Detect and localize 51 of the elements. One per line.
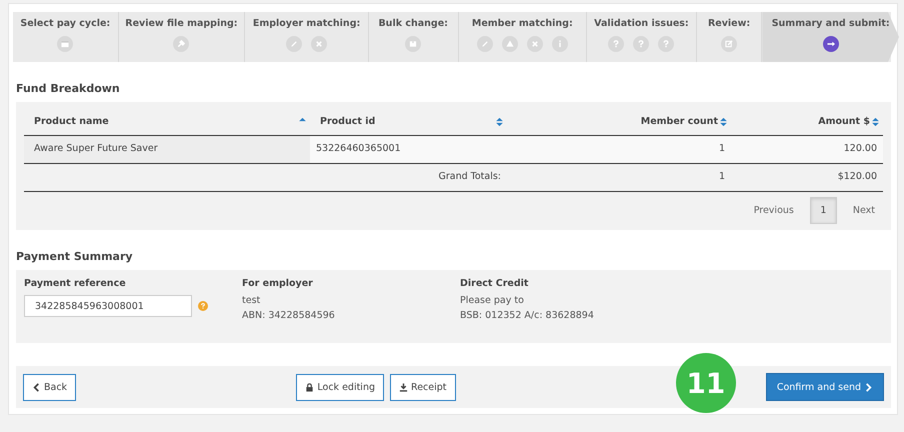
detail-text: test [242,295,262,306]
confirm-and-send-button[interactable]: Confirm and send [766,373,884,401]
wizard-step[interactable]: Validation issues: [587,12,697,62]
section-heading: Payment Summary [16,250,134,263]
totals-label: Grand Totals: [310,164,507,192]
next-link[interactable]: Next [844,205,883,216]
payment-reference-field[interactable]: 342285845963008001 [24,295,192,317]
section-heading: Fund Breakdown [16,82,121,95]
chevron-left-icon [32,382,41,392]
field-label: For employer [242,278,314,289]
table-cell: 120.00 [731,136,883,164]
table-cell: 1 [507,136,731,164]
question-icon [658,36,674,52]
lock-icon [305,382,314,392]
table-cell: Aware Super Future Saver [24,136,310,164]
question-icon [608,36,624,52]
field-label: Payment reference [24,278,127,289]
detail-text: ABN: 34228584596 [242,310,336,321]
download-icon [399,382,408,392]
chevron-right-icon [864,382,874,392]
previous-link[interactable]: Previous [746,205,802,216]
wizard-step[interactable]: Summary and submit: [762,12,899,62]
page-button[interactable]: 1 [810,197,837,224]
question-icon [633,36,650,52]
box-icon [405,36,422,52]
back-button[interactable]: Back [23,374,76,400]
table-cell: 53226460365001 [310,136,507,164]
plug-icon [173,36,190,52]
receipt-button[interactable]: Receipt [390,374,456,400]
lock-editing-button[interactable]: Lock editing [296,374,384,400]
wizard-step[interactable]: Review: [696,12,762,62]
table-cell: 1 [507,164,731,192]
wizard-step[interactable]: Member matching: [458,12,588,62]
pencil-icon [286,36,302,52]
calendar-icon [57,36,74,52]
cross-icon [311,36,328,52]
field-label: Direct Credit [460,278,530,289]
wizard-step[interactable]: Employer matching: [245,12,369,62]
detail-text: Please pay to [460,295,525,306]
help-icon[interactable] [198,301,208,311]
detail-text: BSB: 012352 A/c: 83628894 [460,310,595,321]
warning-icon [502,36,518,52]
wizard-step[interactable]: Review file mapping: [118,12,246,62]
step-number-badge: 11 [676,353,736,413]
edit-icon [721,36,738,52]
cross-icon [526,36,543,52]
info-icon [552,36,568,52]
pencil-icon [476,36,493,52]
wizard-step[interactable]: Select pay cycle: [13,12,119,62]
table-cell: $120.00 [731,164,883,192]
wizard-step[interactable]: Bulk change: [368,12,458,62]
